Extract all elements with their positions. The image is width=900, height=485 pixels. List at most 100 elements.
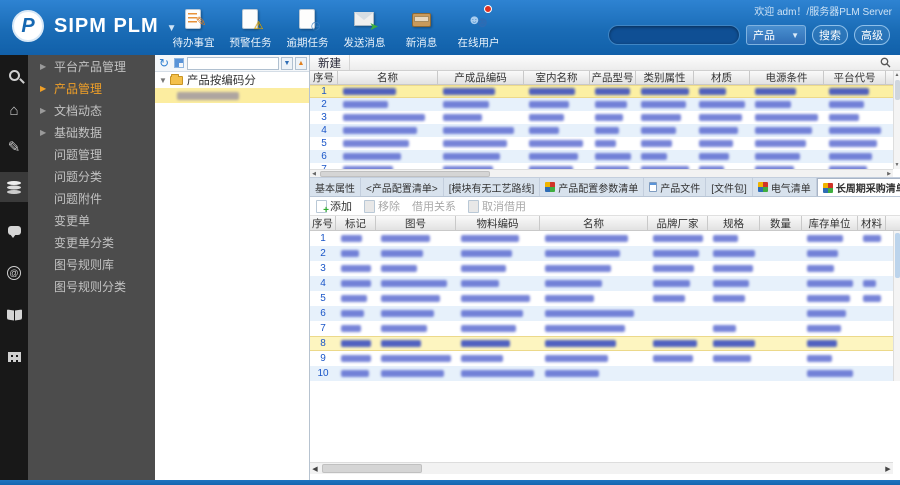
tab-item[interactable]: [文件包]: [706, 178, 753, 196]
new-message-button[interactable]: 新消息: [393, 8, 450, 50]
redacted-text: [343, 153, 401, 160]
table-row[interactable]: 9: [310, 351, 900, 366]
column-header[interactable]: 名称: [338, 71, 438, 84]
redacted-text: [341, 235, 363, 242]
global-search-input[interactable]: [608, 25, 740, 45]
database-icon[interactable]: [0, 172, 28, 202]
todo-button[interactable]: ✎ 待办事宜: [165, 8, 222, 50]
column-header[interactable]: 平台代号: [824, 71, 886, 84]
grid-icon[interactable]: [0, 342, 28, 372]
column-header[interactable]: 类别属性: [636, 71, 694, 84]
column-header[interactable]: 材料: [858, 216, 886, 230]
expand-button[interactable]: ▼: [281, 56, 293, 70]
column-header[interactable]: 产品型号: [590, 71, 636, 84]
column-header[interactable]: 产成品编码: [438, 71, 524, 84]
add-button[interactable]: 添加: [316, 198, 352, 216]
tab-item[interactable]: [模块有无工艺路线]: [444, 178, 541, 196]
sidebar-item[interactable]: ▶ 文档动态: [28, 99, 155, 121]
column-header[interactable]: 规格: [708, 216, 760, 230]
detail-table-vscrollbar[interactable]: [893, 231, 900, 381]
column-header[interactable]: 标记: [336, 216, 376, 230]
support-icon[interactable]: @: [0, 258, 28, 288]
tree-search-input[interactable]: [187, 56, 279, 70]
column-header[interactable]: 名称: [540, 216, 648, 230]
table-row[interactable]: 6: [310, 150, 900, 163]
redacted-cell: [540, 321, 648, 336]
tab-item[interactable]: 电气清单: [753, 178, 817, 196]
redacted-text: [699, 140, 734, 147]
column-header[interactable]: 室内名称: [524, 71, 590, 84]
detail-hscrollbar[interactable]: ◀ ▶: [310, 462, 893, 474]
main-table-hscrollbar[interactable]: ◀ ▶: [310, 169, 893, 177]
book-icon[interactable]: [0, 300, 28, 330]
edit-icon[interactable]: ✎: [0, 132, 28, 162]
sidebar-item[interactable]: 问题管理: [28, 143, 155, 165]
column-header[interactable]: 电源条件: [750, 71, 824, 84]
sidebar-item[interactable]: ▶ 平台产品管理: [28, 55, 155, 77]
tab-item[interactable]: 产品文件: [644, 178, 707, 196]
column-header[interactable]: 数量: [760, 216, 802, 230]
sidebar-item[interactable]: 图号规则库: [28, 253, 155, 275]
refresh-icon[interactable]: ↻: [159, 57, 169, 69]
sidebar-item[interactable]: 变更单分类: [28, 231, 155, 253]
table-row[interactable]: 1: [310, 231, 900, 246]
search-category-dropdown[interactable]: 产品 ▼: [746, 25, 806, 45]
tree-expand-caret-icon[interactable]: ▼: [159, 76, 167, 85]
table-row[interactable]: 6: [310, 306, 900, 321]
online-users-button[interactable]: ☻ ☻ 在线用户: [450, 5, 507, 50]
column-header[interactable]: 品牌厂家: [648, 216, 708, 230]
table-row[interactable]: 2: [310, 98, 900, 111]
table-search-icon[interactable]: [880, 57, 891, 68]
home-icon[interactable]: ⌂: [0, 95, 28, 125]
column-header[interactable]: 材质: [694, 71, 750, 84]
chat-icon[interactable]: [0, 215, 28, 245]
sidebar-item[interactable]: 变更单: [28, 209, 155, 231]
column-header[interactable]: 物料编码: [456, 216, 540, 230]
sidebar-item[interactable]: 图号规则分类: [28, 275, 155, 297]
app-logo[interactable]: P SIPM PLM ▼: [12, 10, 177, 42]
table-row[interactable]: 2: [310, 246, 900, 261]
table-row[interactable]: 1: [310, 85, 900, 98]
redacted-text: [545, 325, 625, 332]
collapse-button[interactable]: ▲: [295, 56, 307, 70]
table-row[interactable]: 8: [310, 336, 900, 351]
tab-item[interactable]: 产品配置参数清单: [540, 178, 645, 196]
column-header[interactable]: 图号: [376, 216, 456, 230]
advanced-search-button[interactable]: 高级: [854, 25, 890, 45]
table-row[interactable]: 3: [310, 261, 900, 276]
overdue-task-icon: ◷: [295, 8, 321, 32]
table-row[interactable]: 4: [310, 276, 900, 291]
table-row[interactable]: 7: [310, 321, 900, 336]
sidebar-item[interactable]: 问题附件: [28, 187, 155, 209]
structure-icon[interactable]: [174, 58, 185, 68]
warning-task-button[interactable]: ⚠ 预警任务: [222, 8, 279, 50]
search-icon[interactable]: [0, 60, 28, 90]
sidebar-item[interactable]: ▶ 产品管理: [28, 77, 155, 99]
tab-active[interactable]: 长周期采购清单: [816, 178, 900, 196]
redacted-text: [381, 265, 417, 272]
tab-item[interactable]: <产品配置清单>: [361, 178, 444, 196]
main-table-vscrollbar[interactable]: ▲ ▼: [893, 71, 900, 169]
table-row[interactable]: 3: [310, 111, 900, 124]
tree-selected-item[interactable]: [155, 88, 309, 103]
column-header[interactable]: 序号: [310, 216, 336, 230]
table-row[interactable]: 5: [310, 137, 900, 150]
column-header[interactable]: 序号: [310, 71, 338, 84]
redacted-cell: [858, 246, 886, 261]
column-header[interactable]: 库存单位: [802, 216, 858, 230]
new-button[interactable]: 新建: [310, 55, 350, 70]
action-button[interactable]: 移除: [364, 198, 400, 214]
action-button[interactable]: 借用关系: [412, 198, 456, 214]
action-button[interactable]: 取消借用: [468, 198, 526, 214]
tree-root-node[interactable]: ▼ 产品按编码分: [155, 72, 309, 88]
table-row[interactable]: 5: [310, 291, 900, 306]
sidebar-item[interactable]: 问题分类: [28, 165, 155, 187]
table-row[interactable]: 4: [310, 124, 900, 137]
search-button[interactable]: 搜索: [812, 25, 848, 45]
send-message-button[interactable]: ➤ 发送消息: [336, 8, 393, 50]
sidebar-item[interactable]: ▶ 基础数据: [28, 121, 155, 143]
redacted-text: [829, 101, 864, 108]
tab-item[interactable]: 基本属性: [310, 178, 361, 196]
table-row[interactable]: 10: [310, 366, 900, 381]
overdue-task-button[interactable]: ◷ 逾期任务: [279, 8, 336, 50]
